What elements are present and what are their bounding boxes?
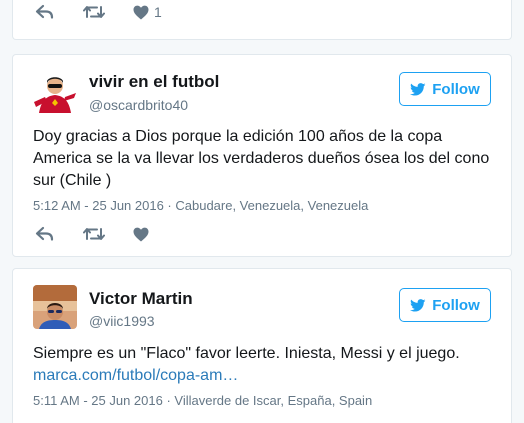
tweet-link[interactable]: marca.com/futbol/copa-am…: [33, 365, 493, 387]
follow-button[interactable]: Follow: [399, 288, 491, 322]
retweet-button[interactable]: [83, 4, 105, 20]
tweet-meta[interactable]: 5:11 AM - 25 Jun 2016 · Villaverde de Is…: [33, 393, 372, 408]
heart-icon: [133, 227, 149, 242]
twitter-bird-icon: [410, 83, 426, 96]
like-button[interactable]: 1: [133, 4, 162, 20]
reply-button[interactable]: [35, 226, 55, 242]
retweet-icon: [83, 4, 105, 20]
author-name[interactable]: vivir en el futbol: [89, 72, 219, 92]
tweet-card: vivir en el futbol @oscardbrito40 Follow…: [12, 54, 512, 257]
tweet-actions: 1: [35, 4, 190, 20]
like-button[interactable]: [133, 227, 149, 242]
heart-icon: [133, 5, 149, 20]
tweet-text: Siempre es un "Flaco" favor leerte. Inie…: [33, 345, 460, 362]
retweet-button[interactable]: [83, 226, 105, 242]
avatar[interactable]: [33, 71, 77, 115]
tweet-actions: [35, 226, 177, 242]
tweet-card: 1: [12, 0, 512, 40]
follow-button[interactable]: Follow: [399, 72, 491, 106]
twitter-bird-icon: [410, 299, 426, 312]
author-handle[interactable]: @viic1993: [89, 313, 155, 329]
retweet-icon: [83, 226, 105, 242]
follow-label: Follow: [432, 296, 480, 314]
like-count: 1: [154, 4, 162, 20]
tweet-card: Victor Martin @viic1993 Follow Siempre e…: [12, 268, 512, 423]
reply-button[interactable]: [35, 4, 55, 20]
reply-icon: [35, 4, 55, 20]
tweet-text: Doy gracias a Dios porque la edición 100…: [33, 128, 490, 189]
author-name[interactable]: Victor Martin: [89, 289, 193, 309]
tweet-meta[interactable]: 5:12 AM - 25 Jun 2016 · Cabudare, Venezu…: [33, 198, 368, 213]
follow-label: Follow: [432, 80, 480, 98]
author-handle[interactable]: @oscardbrito40: [89, 97, 188, 113]
avatar[interactable]: [33, 285, 77, 329]
reply-icon: [35, 226, 55, 242]
